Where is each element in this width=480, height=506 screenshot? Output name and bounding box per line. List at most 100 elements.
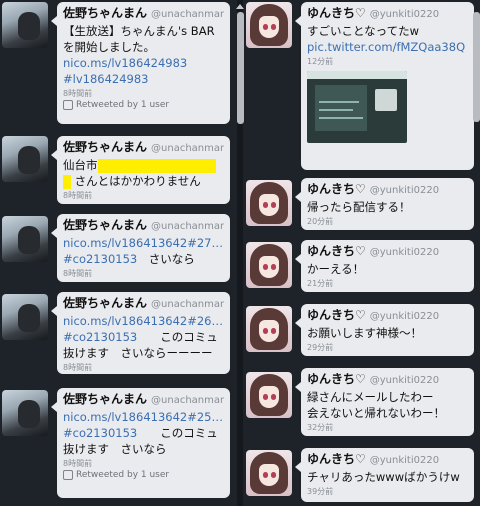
left-timeline-column[interactable]: 佐野ちゃんまん @unachanman 【生放送】ちゃんまん's BAR を開始し… — [0, 0, 236, 506]
tweet-card[interactable]: ゆんきち♡ @yunkiti0220 緑さんにメールしたわー 会えないと帰れないわ… — [244, 366, 480, 438]
hashtag-link[interactable]: #co2130153 — [63, 330, 137, 344]
hashtag-link[interactable]: #lv186424983 — [63, 71, 224, 87]
retweet-label: Retweeted by 1 user — [76, 470, 170, 480]
tweet-card[interactable]: ゆんきち♡ @yunkiti0220 帰ったら配信する！ 20分前 — [244, 176, 480, 232]
tweet-text: 抜けます さいならーーーー — [63, 346, 213, 360]
tweet-bubble: ゆんきち♡ @yunkiti0220 チャリあったwwwばかうけw 39分前 — [295, 448, 474, 502]
tweet-bubble: ゆんきち♡ @yunkiti0220 お願いします神様〜！ 29分前 — [295, 304, 474, 356]
author-handle[interactable]: @yunkiti0220 — [370, 185, 439, 196]
timestamp[interactable]: 8時間前 — [63, 190, 224, 201]
timestamp[interactable]: 8時間前 — [63, 362, 224, 373]
author-name[interactable]: 佐野ちゃんまん — [63, 218, 147, 232]
timestamp[interactable]: 32分前 — [307, 422, 468, 433]
scroll-up-arrow-icon[interactable] — [236, 4, 244, 9]
tweet-text: 抜けます さいなら — [63, 442, 167, 456]
hashtag-link[interactable]: #co2130153 — [63, 426, 137, 440]
author-handle[interactable]: @unachanman — [151, 9, 224, 20]
tweet-link[interactable]: pic.twitter.com/fMZQaa38Q — [307, 39, 468, 55]
tweet-card[interactable]: 佐野ちゃんまん @unachanman nico.ms/lv186413642#2… — [0, 212, 236, 282]
author-name[interactable]: ゆんきち♡ — [307, 452, 366, 466]
tweet-bubble: 佐野ちゃんまん @unachanman nico.ms/lv186413642#2… — [51, 388, 230, 498]
hashtag-link[interactable]: #co2130153 — [63, 252, 137, 266]
tweet-text: このコミュ — [160, 330, 218, 344]
author-handle[interactable]: @yunkiti0220 — [370, 311, 439, 322]
tweet-text: すごいことなってたw — [307, 24, 419, 38]
timestamp[interactable]: 8時間前 — [63, 458, 224, 469]
author-name[interactable]: ゆんきち♡ — [307, 182, 366, 196]
avatar[interactable] — [246, 450, 292, 496]
tweet-text: 緑さんにメールしたわー — [307, 390, 434, 404]
retweet-info: Retweeted by 1 user — [63, 99, 224, 111]
author-handle[interactable]: @yunkiti0220 — [370, 375, 439, 386]
avatar[interactable] — [2, 2, 48, 48]
timestamp[interactable]: 8時間前 — [63, 88, 224, 99]
tweet-text: 帰ったら配信する！ — [307, 200, 411, 214]
tweet-link[interactable]: nico.ms/lv186424983 — [63, 55, 224, 71]
tweet-link[interactable]: nico.ms/lv186413642#26… — [63, 313, 224, 329]
tweet-link[interactable]: nico.ms/lv186413642#25… — [63, 409, 224, 425]
avatar[interactable] — [2, 294, 48, 340]
tweet-card[interactable]: ゆんきち♡ @yunkiti0220 すごいことなってたw pic.twitter… — [244, 0, 480, 172]
tweet-text: かーえる！ — [307, 262, 365, 276]
tweet-bubble: 佐野ちゃんまん @unachanman 仙台市 さんとはかかわりません 8時間前 — [51, 136, 230, 204]
timestamp[interactable]: 39分前 — [307, 486, 468, 497]
tweet-card[interactable]: 佐野ちゃんまん @unachanman 【生放送】ちゃんまん's BAR を開始し… — [0, 0, 236, 126]
retweet-icon — [63, 100, 73, 110]
tweet-bubble: ゆんきち♡ @yunkiti0220 かーえる！ 21分前 — [295, 240, 474, 292]
tweet-bubble: ゆんきち♡ @yunkiti0220 帰ったら配信する！ 20分前 — [295, 178, 474, 230]
author-handle[interactable]: @unachanman — [151, 395, 224, 406]
tweet-bubble: 佐野ちゃんまん @unachanman nico.ms/lv186413642#2… — [51, 292, 230, 374]
highlight-mark — [97, 158, 216, 173]
right-scrollbar[interactable] — [473, 12, 480, 122]
author-name[interactable]: 佐野ちゃんまん — [63, 140, 147, 154]
tweet-text: 会えないと帰れないわー！ — [307, 406, 445, 420]
image-preview[interactable] — [307, 71, 407, 143]
author-handle[interactable]: @yunkiti0220 — [370, 247, 439, 258]
avatar[interactable] — [2, 136, 48, 182]
timestamp[interactable]: 20分前 — [307, 216, 468, 227]
tweet-card[interactable]: 佐野ちゃんまん @unachanman nico.ms/lv186413642#2… — [0, 290, 236, 378]
author-handle[interactable]: @unachanman — [151, 143, 224, 154]
timestamp[interactable]: 21分前 — [307, 278, 468, 289]
author-handle[interactable]: @unachanman — [151, 299, 224, 310]
left-scrollbar[interactable] — [237, 12, 244, 124]
retweet-info: Retweeted by 1 user — [63, 469, 224, 481]
tweet-text: お願いします神様〜！ — [307, 326, 422, 340]
author-name[interactable]: ゆんきち♡ — [307, 372, 366, 386]
avatar[interactable] — [246, 306, 292, 352]
tweet-card[interactable]: 佐野ちゃんまん @unachanman 仙台市 さんとはかかわりません 8時間前 — [0, 134, 236, 206]
avatar[interactable] — [246, 242, 292, 288]
tweet-text: 【生放送】ちゃんまん's BAR を開始しました。 — [63, 24, 215, 54]
author-handle[interactable]: @yunkiti0220 — [370, 9, 439, 20]
avatar[interactable] — [246, 2, 292, 48]
tweet-card[interactable]: ゆんきち♡ @yunkiti0220 チャリあったwwwばかうけw 39分前 — [244, 446, 480, 504]
tweet-bubble: ゆんきち♡ @yunkiti0220 緑さんにメールしたわー 会えないと帰れないわ… — [295, 368, 474, 436]
tweet-card[interactable]: ゆんきち♡ @yunkiti0220 お願いします神様〜！ 29分前 — [244, 302, 480, 358]
avatar[interactable] — [2, 216, 48, 262]
timestamp[interactable]: 12分前 — [307, 56, 468, 67]
tweet-text: このコミュ — [160, 426, 218, 440]
retweet-label: Retweeted by 1 user — [76, 100, 170, 110]
tweet-text-line: 仙台市 — [63, 157, 224, 173]
tweet-link[interactable]: nico.ms/lv186413642#27… — [63, 235, 224, 251]
avatar[interactable] — [246, 372, 292, 418]
author-handle[interactable]: @unachanman — [151, 221, 224, 232]
author-name[interactable]: ゆんきち♡ — [307, 6, 366, 20]
timestamp[interactable]: 8時間前 — [63, 268, 224, 279]
author-name[interactable]: ゆんきち♡ — [307, 244, 366, 258]
author-name[interactable]: 佐野ちゃんまん — [63, 296, 147, 310]
tweet-card[interactable]: ゆんきち♡ @yunkiti0220 かーえる！ 21分前 — [244, 238, 480, 294]
author-handle[interactable]: @yunkiti0220 — [370, 455, 439, 466]
tweet-text: チャリあったwwwばかうけw — [307, 470, 460, 484]
author-name[interactable]: ゆんきち♡ — [307, 308, 366, 322]
tweet-card[interactable]: 佐野ちゃんまん @unachanman nico.ms/lv186413642#2… — [0, 386, 236, 500]
highlight-mark — [63, 174, 71, 189]
right-timeline-column[interactable]: ゆんきち♡ @yunkiti0220 すごいことなってたw pic.twitter… — [244, 0, 480, 506]
avatar[interactable] — [246, 180, 292, 226]
tweet-bubble: ゆんきち♡ @yunkiti0220 すごいことなってたw pic.twitter… — [295, 2, 474, 170]
author-name[interactable]: 佐野ちゃんまん — [63, 392, 147, 406]
tweet-text-line: さんとはかかわりません — [63, 173, 224, 189]
author-name[interactable]: 佐野ちゃんまん — [63, 6, 147, 20]
timestamp[interactable]: 29分前 — [307, 342, 468, 353]
avatar[interactable] — [2, 390, 48, 436]
